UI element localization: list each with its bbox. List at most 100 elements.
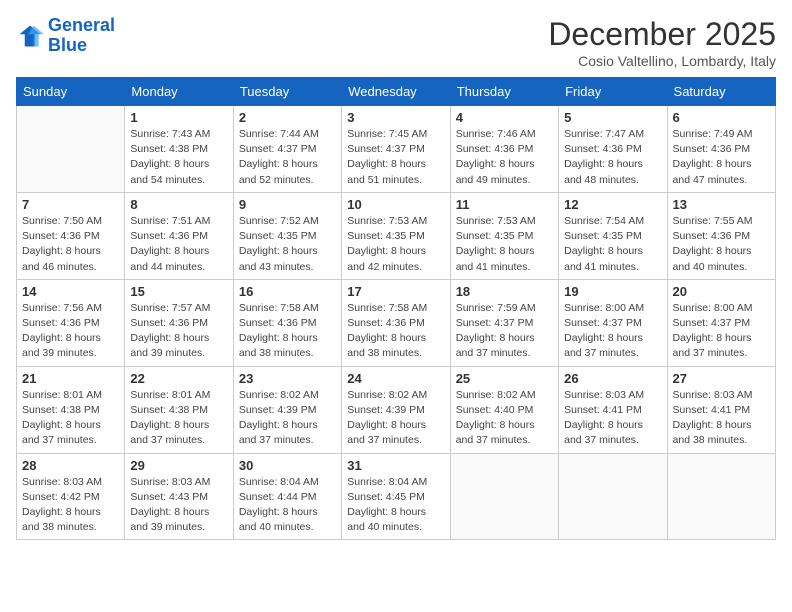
calendar-cell (450, 453, 558, 540)
day-number: 13 (673, 197, 770, 212)
calendar-week-1: 1Sunrise: 7:43 AMSunset: 4:38 PMDaylight… (17, 106, 776, 193)
day-info: Sunrise: 7:51 AMSunset: 4:36 PMDaylight:… (130, 214, 227, 275)
calendar-week-5: 28Sunrise: 8:03 AMSunset: 4:42 PMDayligh… (17, 453, 776, 540)
calendar-cell: 22Sunrise: 8:01 AMSunset: 4:38 PMDayligh… (125, 366, 233, 453)
day-info: Sunrise: 7:45 AMSunset: 4:37 PMDaylight:… (347, 127, 444, 188)
day-number: 12 (564, 197, 661, 212)
day-number: 7 (22, 197, 119, 212)
calendar-cell: 30Sunrise: 8:04 AMSunset: 4:44 PMDayligh… (233, 453, 341, 540)
day-number: 8 (130, 197, 227, 212)
day-info: Sunrise: 7:50 AMSunset: 4:36 PMDaylight:… (22, 214, 119, 275)
calendar-table: SundayMondayTuesdayWednesdayThursdayFrid… (16, 77, 776, 540)
day-number: 16 (239, 284, 336, 299)
day-info: Sunrise: 7:46 AMSunset: 4:36 PMDaylight:… (456, 127, 553, 188)
day-number: 28 (22, 458, 119, 473)
logo-text: General Blue (48, 16, 115, 56)
calendar-cell: 12 Sunrise: 7:54 AMSunset: 4:35 PMDayligh… (559, 192, 667, 279)
calendar-cell: 24 Sunrise: 8:02 AMSunset: 4:39 PMDayligh… (342, 366, 450, 453)
day-number: 22 (130, 371, 227, 386)
day-number: 10 (347, 197, 444, 212)
day-number: 6 (673, 110, 770, 125)
day-number: 9 (239, 197, 336, 212)
calendar-cell: 21Sunrise: 8:01 AMSunset: 4:38 PMDayligh… (17, 366, 125, 453)
day-number: 19 (564, 284, 661, 299)
day-info: Sunrise: 8:03 AMSunset: 4:41 PMDaylight:… (564, 388, 661, 449)
day-number: 1 (130, 110, 227, 125)
page-header: General Blue December 2025 Cosio Valtell… (16, 16, 776, 69)
calendar-cell: 19 Sunrise: 8:00 AMSunset: 4:37 PMDayligh… (559, 279, 667, 366)
calendar-cell: 11 Sunrise: 7:53 AMSunset: 4:35 PMDayligh… (450, 192, 558, 279)
day-info: Sunrise: 7:58 AMSunset: 4:36 PMDaylight:… (347, 301, 444, 362)
day-info: Sunrise: 8:00 AMSunset: 4:37 PMDaylight:… (673, 301, 770, 362)
day-header-tuesday: Tuesday (233, 78, 341, 106)
calendar-cell: 16 Sunrise: 7:58 AMSunset: 4:36 PMDayligh… (233, 279, 341, 366)
calendar-cell: 9 Sunrise: 7:52 AMSunset: 4:35 PMDaylight… (233, 192, 341, 279)
day-info: Sunrise: 8:04 AMSunset: 4:45 PMDaylight:… (347, 475, 444, 536)
calendar-cell: 25 Sunrise: 8:02 AMSunset: 4:40 PMDayligh… (450, 366, 558, 453)
day-number: 20 (673, 284, 770, 299)
calendar-cell: 15 Sunrise: 7:57 AMSunset: 4:36 PMDayligh… (125, 279, 233, 366)
day-info: Sunrise: 7:58 AMSunset: 4:36 PMDaylight:… (239, 301, 336, 362)
calendar-cell: 3 Sunrise: 7:45 AMSunset: 4:37 PMDaylight… (342, 106, 450, 193)
calendar-cell: 18Sunrise: 7:59 AMSunset: 4:37 PMDayligh… (450, 279, 558, 366)
logo-line2: Blue (48, 35, 87, 55)
logo-icon (16, 22, 44, 50)
location-subtitle: Cosio Valtellino, Lombardy, Italy (548, 53, 776, 69)
day-header-friday: Friday (559, 78, 667, 106)
day-number: 14 (22, 284, 119, 299)
day-number: 29 (130, 458, 227, 473)
day-number: 11 (456, 197, 553, 212)
day-number: 24 (347, 371, 444, 386)
day-info: Sunrise: 7:54 AMSunset: 4:35 PMDaylight:… (564, 214, 661, 275)
calendar-cell (17, 106, 125, 193)
calendar-cell: 2Sunrise: 7:44 AMSunset: 4:37 PMDaylight… (233, 106, 341, 193)
day-header-wednesday: Wednesday (342, 78, 450, 106)
day-number: 27 (673, 371, 770, 386)
day-number: 26 (564, 371, 661, 386)
calendar-cell: 4 Sunrise: 7:46 AMSunset: 4:36 PMDaylight… (450, 106, 558, 193)
calendar-cell (667, 453, 775, 540)
day-info: Sunrise: 8:02 AMSunset: 4:39 PMDaylight:… (239, 388, 336, 449)
day-header-sunday: Sunday (17, 78, 125, 106)
calendar-cell: 7 Sunrise: 7:50 AMSunset: 4:36 PMDaylight… (17, 192, 125, 279)
calendar-cell: 26 Sunrise: 8:03 AMSunset: 4:41 PMDayligh… (559, 366, 667, 453)
calendar-cell: 1Sunrise: 7:43 AMSunset: 4:38 PMDaylight… (125, 106, 233, 193)
calendar-cell: 6Sunrise: 7:49 AMSunset: 4:36 PMDaylight… (667, 106, 775, 193)
day-number: 18 (456, 284, 553, 299)
day-number: 25 (456, 371, 553, 386)
day-info: Sunrise: 7:52 AMSunset: 4:35 PMDaylight:… (239, 214, 336, 275)
calendar-cell: 27 Sunrise: 8:03 AMSunset: 4:41 PMDayligh… (667, 366, 775, 453)
calendar-cell: 14 Sunrise: 7:56 AMSunset: 4:36 PMDayligh… (17, 279, 125, 366)
day-info: Sunrise: 7:53 AMSunset: 4:35 PMDaylight:… (456, 214, 553, 275)
calendar-week-3: 14 Sunrise: 7:56 AMSunset: 4:36 PMDayligh… (17, 279, 776, 366)
calendar-cell: 10 Sunrise: 7:53 AMSunset: 4:35 PMDayligh… (342, 192, 450, 279)
calendar-cell (559, 453, 667, 540)
logo-line1: General (48, 15, 115, 35)
day-header-monday: Monday (125, 78, 233, 106)
calendar-cell: 31Sunrise: 8:04 AMSunset: 4:45 PMDayligh… (342, 453, 450, 540)
day-info: Sunrise: 8:02 AMSunset: 4:40 PMDaylight:… (456, 388, 553, 449)
day-number: 4 (456, 110, 553, 125)
header-row: SundayMondayTuesdayWednesdayThursdayFrid… (17, 78, 776, 106)
day-info: Sunrise: 8:03 AMSunset: 4:41 PMDaylight:… (673, 388, 770, 449)
day-info: Sunrise: 8:01 AMSunset: 4:38 PMDaylight:… (22, 388, 119, 449)
day-info: Sunrise: 8:00 AMSunset: 4:37 PMDaylight:… (564, 301, 661, 362)
day-header-thursday: Thursday (450, 78, 558, 106)
calendar-cell: 8 Sunrise: 7:51 AMSunset: 4:36 PMDaylight… (125, 192, 233, 279)
day-info: Sunrise: 7:57 AMSunset: 4:36 PMDaylight:… (130, 301, 227, 362)
calendar-cell: 29Sunrise: 8:03 AMSunset: 4:43 PMDayligh… (125, 453, 233, 540)
calendar-cell: 13Sunrise: 7:55 AMSunset: 4:36 PMDayligh… (667, 192, 775, 279)
calendar-cell: 20 Sunrise: 8:00 AMSunset: 4:37 PMDayligh… (667, 279, 775, 366)
calendar-cell: 17Sunrise: 7:58 AMSunset: 4:36 PMDayligh… (342, 279, 450, 366)
day-info: Sunrise: 7:56 AMSunset: 4:36 PMDaylight:… (22, 301, 119, 362)
calendar-week-4: 21Sunrise: 8:01 AMSunset: 4:38 PMDayligh… (17, 366, 776, 453)
calendar-cell: 5Sunrise: 7:47 AMSunset: 4:36 PMDaylight… (559, 106, 667, 193)
day-number: 30 (239, 458, 336, 473)
day-info: Sunrise: 7:47 AMSunset: 4:36 PMDaylight:… (564, 127, 661, 188)
day-info: Sunrise: 8:02 AMSunset: 4:39 PMDaylight:… (347, 388, 444, 449)
day-info: Sunrise: 7:44 AMSunset: 4:37 PMDaylight:… (239, 127, 336, 188)
day-number: 3 (347, 110, 444, 125)
day-info: Sunrise: 7:53 AMSunset: 4:35 PMDaylight:… (347, 214, 444, 275)
calendar-cell: 23Sunrise: 8:02 AMSunset: 4:39 PMDayligh… (233, 366, 341, 453)
day-number: 15 (130, 284, 227, 299)
